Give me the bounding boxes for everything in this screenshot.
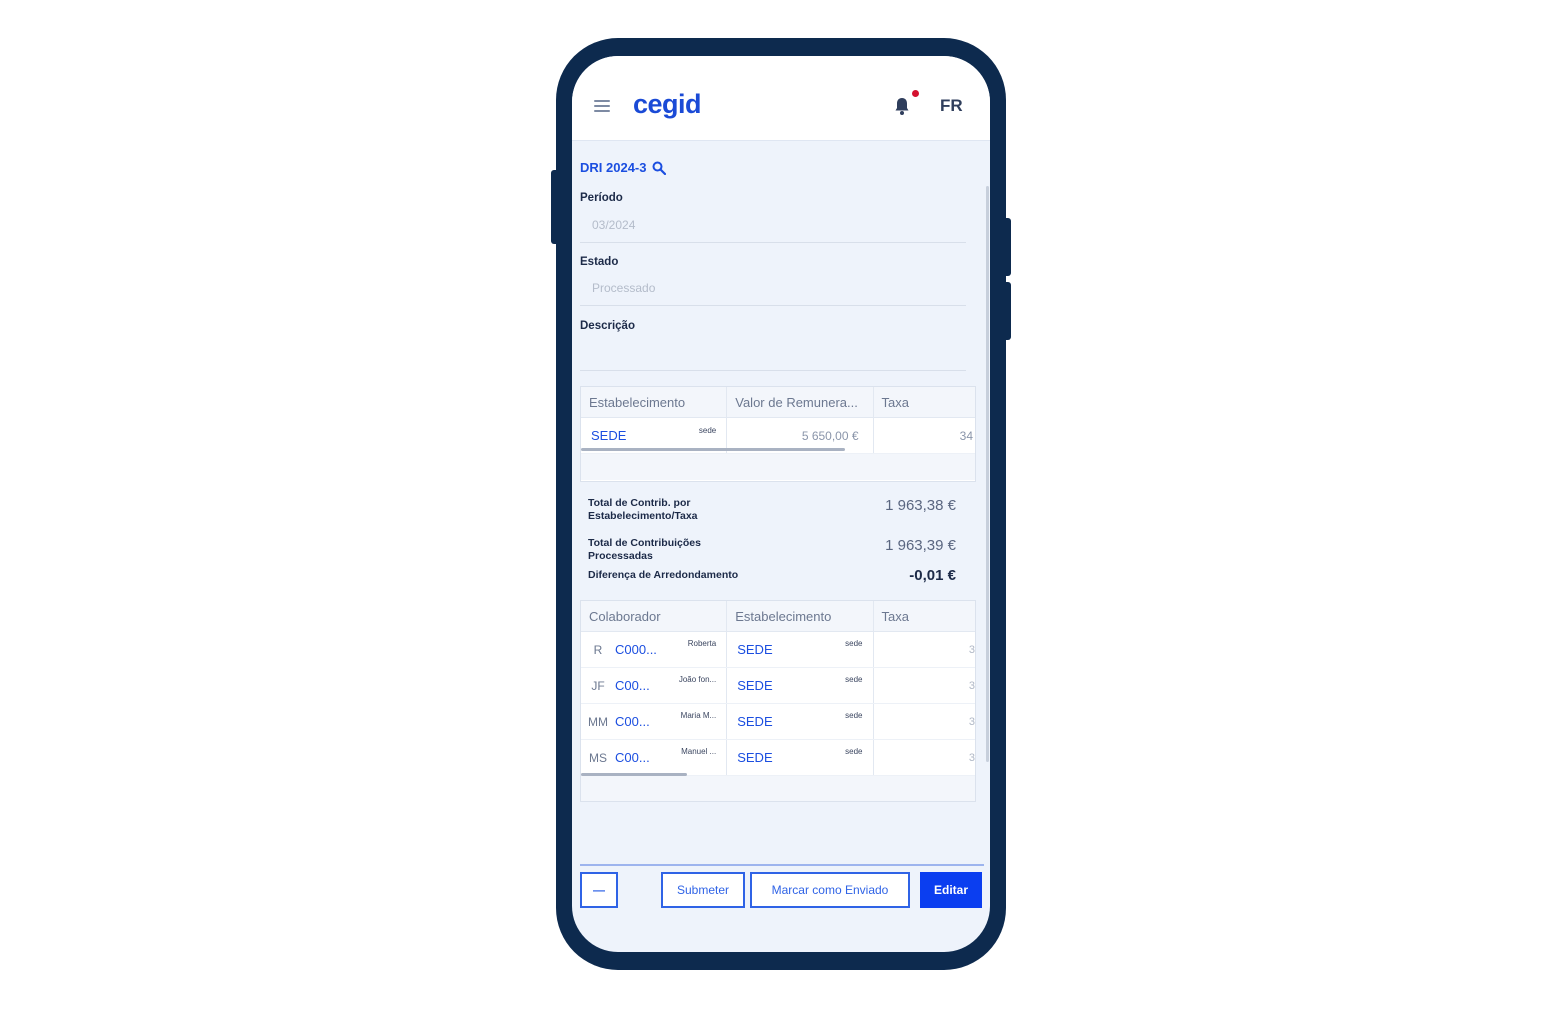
- avatar: MS: [589, 750, 607, 765]
- notification-dot: [912, 90, 919, 97]
- rate-value: 3: [968, 751, 975, 764]
- employee-cell: JF C00... João fon...: [581, 668, 728, 703]
- rate-value: 3: [968, 715, 975, 728]
- status-field[interactable]: Processado: [592, 281, 655, 295]
- establishment-name: sede: [845, 711, 863, 720]
- column-header-rate[interactable]: Taxa: [874, 601, 975, 631]
- employee-grid-header: Colaborador Estabelecimento Taxa: [581, 601, 975, 632]
- rate-value: 3: [968, 643, 975, 656]
- column-header-establishment[interactable]: Estabelecimento: [727, 601, 874, 631]
- avatar: JF: [591, 678, 605, 693]
- status-underline: [580, 305, 966, 306]
- column-header-establishment[interactable]: Estabelecimento: [581, 387, 728, 417]
- establishment-cell: SEDE sede: [727, 704, 874, 739]
- employee-cell: MS C00... Manuel ...: [581, 740, 728, 775]
- employee-link[interactable]: C000...: [615, 642, 657, 657]
- avatar: R: [593, 642, 603, 657]
- employee-cell: R C000... Roberta: [581, 632, 728, 667]
- total-processed-label: Total de Contribuições Processadas: [588, 537, 701, 562]
- establishment-link[interactable]: SEDE: [591, 428, 626, 443]
- cegid-logo: cegid: [633, 89, 702, 119]
- establishment-grid: Estabelecimento Valor de Remunera... Tax…: [580, 386, 976, 482]
- document-title-text: DRI 2024-3: [580, 160, 647, 175]
- employee-name: Manuel ...: [681, 747, 717, 756]
- more-actions-button[interactable]: —: [580, 872, 618, 908]
- status-label: Estado: [580, 256, 619, 268]
- action-bar-divider: [580, 864, 984, 866]
- establishment-link[interactable]: SEDE: [737, 678, 772, 693]
- establishment-link[interactable]: SEDE: [737, 642, 772, 657]
- table-row[interactable]: R C000... Roberta SEDE sede 3: [581, 632, 975, 668]
- rate-value: 34: [959, 428, 974, 443]
- search-icon[interactable]: [652, 161, 667, 175]
- employee-link[interactable]: C00...: [615, 750, 650, 765]
- establishment-name: sede: [845, 675, 863, 684]
- rounding-difference-label: Diferença de Arredondamento: [588, 569, 739, 581]
- employee-name: João fon...: [678, 675, 717, 684]
- table-row[interactable]: MS C00... Manuel ... SEDE sede 3: [581, 740, 975, 776]
- language-selector[interactable]: FR: [940, 96, 963, 116]
- employee-grid: Colaborador Estabelecimento Taxa R C000.…: [580, 600, 976, 802]
- bell-icon[interactable]: [894, 96, 910, 116]
- establishment-grid-scrollbar[interactable]: [581, 448, 845, 451]
- column-header-remuneration[interactable]: Valor de Remunera...: [727, 387, 874, 417]
- app-header: cegid FR: [572, 56, 990, 141]
- page-scrollbar[interactable]: [986, 186, 989, 762]
- document-title[interactable]: DRI 2024-3: [580, 160, 667, 175]
- avatar: MM: [588, 714, 608, 729]
- establishment-cell: SEDE sede: [727, 740, 874, 775]
- period-underline: [580, 242, 966, 243]
- total-by-establishment-label: Total de Contrib. por Estabelecimento/Ta…: [588, 497, 698, 522]
- rate-value: 3: [968, 679, 975, 692]
- establishment-cell: SEDE sede: [727, 668, 874, 703]
- employee-cell: MM C00... Maria M...: [581, 704, 728, 739]
- description-underline: [580, 370, 966, 371]
- employee-name: Maria M...: [680, 711, 717, 720]
- rounding-difference-value: -0,01 €: [909, 567, 956, 584]
- employee-link[interactable]: C00...: [615, 678, 650, 693]
- description-label: Descrição: [580, 320, 635, 332]
- establishment-link[interactable]: SEDE: [737, 714, 772, 729]
- establishment-name: sede: [845, 747, 863, 756]
- establishment-name: sede: [845, 639, 863, 648]
- employee-grid-scrollbar[interactable]: [581, 773, 687, 776]
- employee-grid-footer: [581, 776, 975, 801]
- employee-link[interactable]: C00...: [615, 714, 650, 729]
- submit-button[interactable]: Submeter: [661, 872, 745, 908]
- period-label: Período: [580, 192, 623, 204]
- mark-as-sent-button[interactable]: Marcar como Enviado: [750, 872, 910, 908]
- total-processed-value: 1 963,39 €: [885, 537, 956, 554]
- edit-button[interactable]: Editar: [920, 872, 982, 908]
- total-by-establishment-value: 1 963,38 €: [885, 497, 956, 514]
- establishment-name: sede: [698, 426, 717, 435]
- establishment-cell: SEDE sede: [727, 632, 874, 667]
- column-header-rate[interactable]: Taxa: [874, 387, 975, 417]
- column-header-employee[interactable]: Colaborador: [581, 601, 728, 631]
- table-row[interactable]: MM C00... Maria M... SEDE sede 3: [581, 704, 975, 740]
- table-row[interactable]: JF C00... João fon... SEDE sede 3: [581, 668, 975, 704]
- period-field[interactable]: 03/2024: [592, 218, 635, 232]
- establishment-grid-footer: [581, 454, 975, 480]
- establishment-link[interactable]: SEDE: [737, 750, 772, 765]
- establishment-grid-header: Estabelecimento Valor de Remunera... Tax…: [581, 387, 975, 418]
- phone-screen: cegid FR DRI 2024-3 Período 03/2024 Esta…: [572, 56, 990, 952]
- employee-name: Roberta: [687, 639, 717, 648]
- hamburger-icon[interactable]: [594, 100, 610, 115]
